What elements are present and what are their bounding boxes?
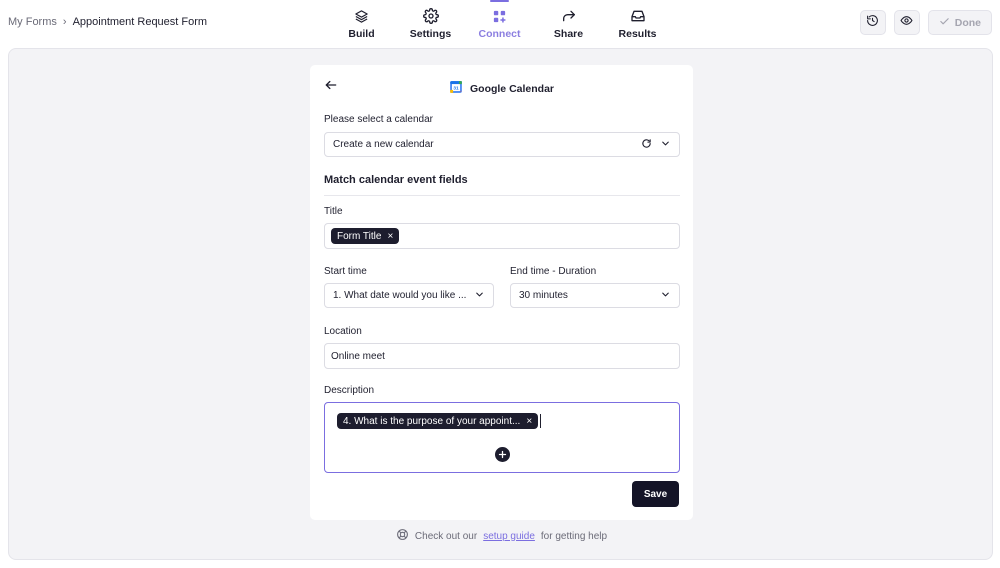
location-value: Online meet xyxy=(331,350,385,362)
location-label: Location xyxy=(324,326,362,337)
nav-settings-label: Settings xyxy=(409,28,452,40)
workspace: 31 Google Calendar Please select a calen… xyxy=(8,48,993,560)
nav-connect[interactable]: Connect xyxy=(465,0,534,46)
layers-icon xyxy=(353,7,371,25)
history-button[interactable] xyxy=(859,10,886,35)
eye-icon xyxy=(900,14,913,32)
location-input[interactable]: Online meet xyxy=(324,343,680,369)
text-caret xyxy=(540,414,541,428)
divider xyxy=(324,195,680,196)
start-time-value: 1. What date would you like ... xyxy=(333,290,467,301)
description-chip: 4. What is the purpose of your appoint..… xyxy=(337,413,539,429)
chevron-down-icon xyxy=(474,289,485,303)
section-title: Match calendar event fields xyxy=(324,174,468,186)
add-field-button[interactable] xyxy=(495,447,510,462)
nav-share[interactable]: Share xyxy=(534,0,603,46)
help-text: Check out our setup guide for getting he… xyxy=(9,528,994,544)
save-button[interactable]: Save xyxy=(632,481,679,507)
nav-settings[interactable]: Settings xyxy=(396,0,465,46)
nav-results[interactable]: Results xyxy=(603,0,672,46)
start-time-select[interactable]: 1. What date would you like ... xyxy=(324,283,494,308)
breadcrumb-my-forms[interactable]: My Forms xyxy=(8,16,57,28)
nav-build-label: Build xyxy=(348,28,375,40)
end-time-value: 30 minutes xyxy=(519,290,568,301)
refresh-icon[interactable] xyxy=(641,138,652,152)
check-icon xyxy=(939,16,950,30)
nav-connect-label: Connect xyxy=(478,28,521,40)
top-bar: My Forms › Appointment Request Form Buil… xyxy=(0,0,1000,46)
plus-icon xyxy=(498,446,507,464)
description-chip-text: 4. What is the purpose of your appoint..… xyxy=(343,415,521,427)
google-calendar-icon: 31 xyxy=(449,80,463,97)
main-nav: Build Settings Connect Share Results xyxy=(327,0,672,46)
top-actions: Done xyxy=(859,10,992,35)
title-chip-text: Form Title xyxy=(337,230,382,242)
calendar-badge-text: 31 xyxy=(453,86,459,91)
calendar-select-value: Create a new calendar xyxy=(333,139,434,150)
inbox-icon xyxy=(629,7,647,25)
nav-share-label: Share xyxy=(553,28,584,40)
nav-results-label: Results xyxy=(618,28,657,40)
chevron-down-icon xyxy=(660,289,671,303)
calendar-select[interactable]: Create a new calendar xyxy=(324,132,680,157)
history-icon xyxy=(866,14,879,32)
chip-remove-icon[interactable]: × xyxy=(526,416,532,427)
title-field[interactable]: Form Title × xyxy=(324,223,680,249)
apps-plus-icon xyxy=(491,7,509,25)
breadcrumb-separator: › xyxy=(62,16,67,28)
end-time-select[interactable]: 30 minutes xyxy=(510,283,680,308)
start-time-label: Start time xyxy=(324,266,367,277)
done-button[interactable]: Done xyxy=(927,10,992,35)
panel-title-text: Google Calendar xyxy=(469,82,554,95)
description-label: Description xyxy=(324,385,375,396)
breadcrumb-current: Appointment Request Form xyxy=(72,16,208,28)
help-suffix: for getting help xyxy=(540,530,608,542)
lifebuoy-icon xyxy=(396,528,409,544)
chip-remove-icon[interactable]: × xyxy=(387,231,393,242)
google-calendar-panel: 31 Google Calendar Please select a calen… xyxy=(310,65,693,520)
preview-button[interactable] xyxy=(893,10,920,35)
setup-guide-link[interactable]: setup guide xyxy=(483,531,535,542)
share-arrow-icon xyxy=(560,7,578,25)
breadcrumb: My Forms › Appointment Request Form xyxy=(8,16,207,28)
end-time-label: End time - Duration xyxy=(510,266,597,277)
done-label: Done xyxy=(954,16,981,29)
calendar-label: Please select a calendar xyxy=(324,114,433,125)
nav-build[interactable]: Build xyxy=(327,0,396,46)
chevron-down-icon xyxy=(660,138,671,152)
title-chip: Form Title × xyxy=(331,228,400,244)
title-label: Title xyxy=(324,206,343,217)
panel-header: 31 Google Calendar xyxy=(310,65,693,109)
help-prefix: Check out our xyxy=(414,530,478,542)
description-field[interactable]: 4. What is the purpose of your appoint..… xyxy=(324,402,680,473)
gear-icon xyxy=(422,7,440,25)
panel-title: 31 Google Calendar xyxy=(310,80,693,97)
